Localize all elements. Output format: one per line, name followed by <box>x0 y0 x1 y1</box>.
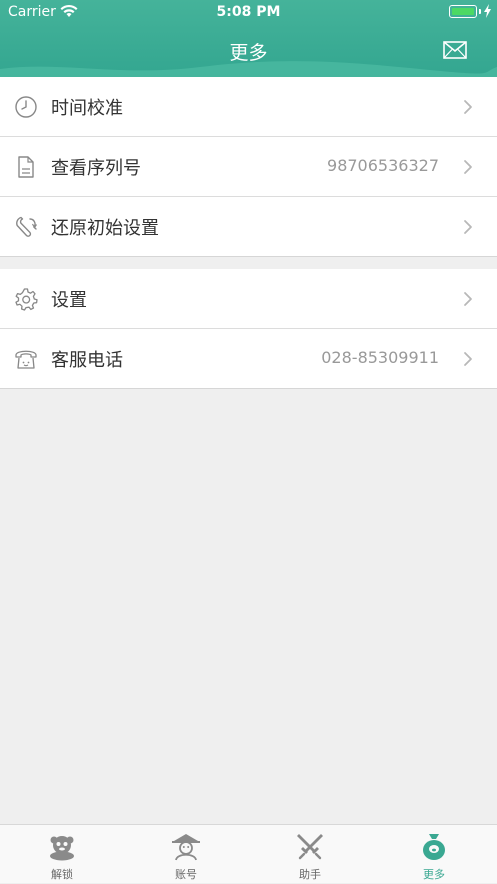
list-item-settings[interactable]: 设置 <box>0 269 497 329</box>
battery-icon <box>449 5 477 18</box>
list-item-label: 设置 <box>51 290 87 311</box>
list-item-label: 还原初始设置 <box>51 218 159 239</box>
tab-label: 账号 <box>175 868 197 881</box>
list-item-customer-service-phone[interactable]: 客服电话 028-85309911 <box>0 329 497 389</box>
list-item-serial-number[interactable]: 查看序列号 98706536327 <box>0 137 497 197</box>
bottom-tab-bar: 解锁 账号 助手 更多 <box>0 824 497 883</box>
tab-label: 更多 <box>423 868 445 881</box>
battery-nub <box>479 9 481 14</box>
chevron-right-icon <box>464 100 472 114</box>
settings-group-1: 时间校准 查看序列号 98706536327 还原初始设置 <box>0 77 497 257</box>
unlock-mascot-icon <box>50 836 74 861</box>
list-item-factory-reset[interactable]: 还原初始设置 <box>0 197 497 257</box>
list-item-label: 客服电话 <box>51 350 123 371</box>
list-item-label: 时间校准 <box>51 98 123 119</box>
tab-account[interactable]: 账号 <box>124 825 248 884</box>
page-title: 更多 <box>229 42 268 64</box>
phone-number-value: 028-85309911 <box>321 348 439 367</box>
status-time: 5:08 PM <box>216 4 281 20</box>
battery-level <box>452 8 474 15</box>
chevron-right-icon <box>464 352 472 366</box>
tab-assistant[interactable]: 助手 <box>248 825 372 884</box>
chevron-right-icon <box>464 160 472 174</box>
wrench-icon <box>16 216 37 237</box>
clock-icon <box>15 96 37 118</box>
tab-label: 助手 <box>299 868 321 881</box>
tab-unlock[interactable]: 解锁 <box>0 825 124 884</box>
serial-number-value: 98706536327 <box>327 156 439 175</box>
top-header: Carrier 5:08 PM 更多 <box>0 0 497 77</box>
status-bar: Carrier 5:08 PM <box>0 0 497 26</box>
document-icon <box>18 156 34 178</box>
tab-label: 解锁 <box>51 868 73 881</box>
swords-icon <box>297 834 323 860</box>
chevron-right-icon <box>464 220 472 234</box>
gear-icon <box>15 288 38 311</box>
money-bag-icon <box>423 834 445 860</box>
telephone-icon <box>15 350 37 369</box>
mail-icon[interactable] <box>443 41 467 59</box>
list-item-label: 查看序列号 <box>51 158 141 179</box>
charging-bolt-icon <box>484 4 491 18</box>
list-item-time-calibration[interactable]: 时间校准 <box>0 77 497 137</box>
settings-group-2: 设置 客服电话 028-85309911 <box>0 269 497 389</box>
account-mascot-icon <box>172 834 200 861</box>
tab-more[interactable]: 更多 <box>372 825 496 884</box>
chevron-right-icon <box>464 292 472 306</box>
